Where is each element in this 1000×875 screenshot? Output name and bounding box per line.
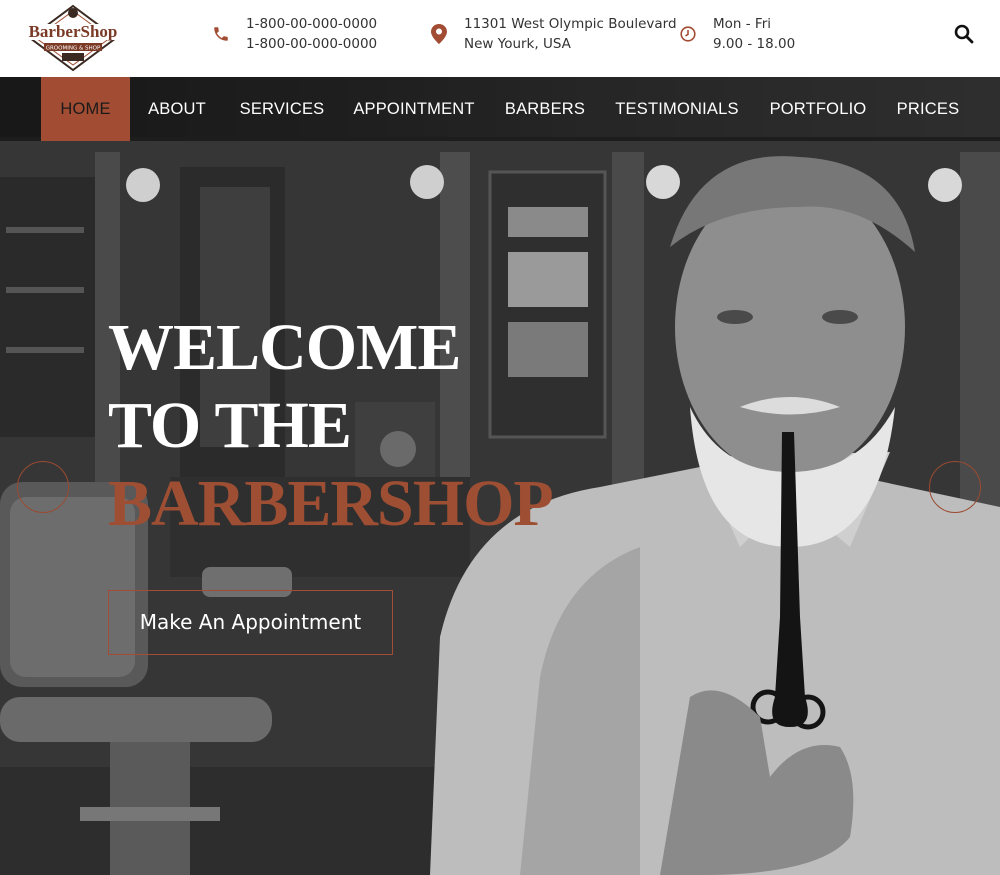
phone-line-2[interactable]: 1-800-00-000-0000 xyxy=(246,34,377,54)
contact-phone: 1-800-00-000-0000 1-800-00-000-0000 xyxy=(210,14,377,54)
nav-barbers[interactable]: BARBERS xyxy=(500,77,590,141)
contact-hours: Mon - Fri 9.00 - 18.00 xyxy=(677,14,795,54)
nav-home[interactable]: HOME xyxy=(41,77,130,141)
hours-time: 9.00 - 18.00 xyxy=(713,36,796,52)
nav-portfolio[interactable]: PORTFOLIO xyxy=(764,77,872,141)
nav-testimonials[interactable]: TESTIMONIALS xyxy=(609,77,745,141)
address-line-2: New Yourk, USA xyxy=(464,36,571,52)
hero-slider: HOME ABOUT SERVICES APPOINTMENT BARBERS … xyxy=(0,77,1000,875)
address-line-1: 11301 West Olympic Boulevard xyxy=(464,16,677,32)
headline-line-2: TO THE xyxy=(108,389,352,462)
svg-text:BarberShop: BarberShop xyxy=(29,22,118,41)
hours-days: Mon - Fri xyxy=(713,16,772,32)
main-navigation: HOME ABOUT SERVICES APPOINTMENT BARBERS … xyxy=(0,77,1000,141)
search-button[interactable] xyxy=(952,22,976,46)
nav-services[interactable]: SERVICES xyxy=(233,77,331,141)
nav-prices[interactable]: PRICES xyxy=(891,77,965,141)
location-pin-icon xyxy=(428,23,450,45)
headline-line-3: BARBERSHOP xyxy=(108,467,554,540)
search-icon xyxy=(954,24,974,44)
make-appointment-button[interactable]: Make An Appointment xyxy=(108,590,393,655)
barbershop-logo[interactable]: BarberShop GROOMING & SHOP xyxy=(24,4,122,72)
phone-icon xyxy=(210,23,232,45)
clock-icon xyxy=(677,23,699,45)
slider-prev-button[interactable] xyxy=(17,461,69,513)
headline-line-1: WELCOME xyxy=(108,311,461,384)
slider-next-button[interactable] xyxy=(929,461,981,513)
nav-about[interactable]: ABOUT xyxy=(137,77,217,141)
hero-headline: WELCOME TO THE BARBERSHOP xyxy=(108,309,554,543)
contact-address: 11301 West Olympic Boulevard New Yourk, … xyxy=(428,14,677,54)
nav-appointment[interactable]: APPOINTMENT xyxy=(348,77,480,141)
top-header: BarberShop GROOMING & SHOP 1-800-00-000-… xyxy=(0,0,1000,77)
phone-line-1[interactable]: 1-800-00-000-0000 xyxy=(246,14,377,34)
svg-text:GROOMING & SHOP: GROOMING & SHOP xyxy=(46,46,101,52)
